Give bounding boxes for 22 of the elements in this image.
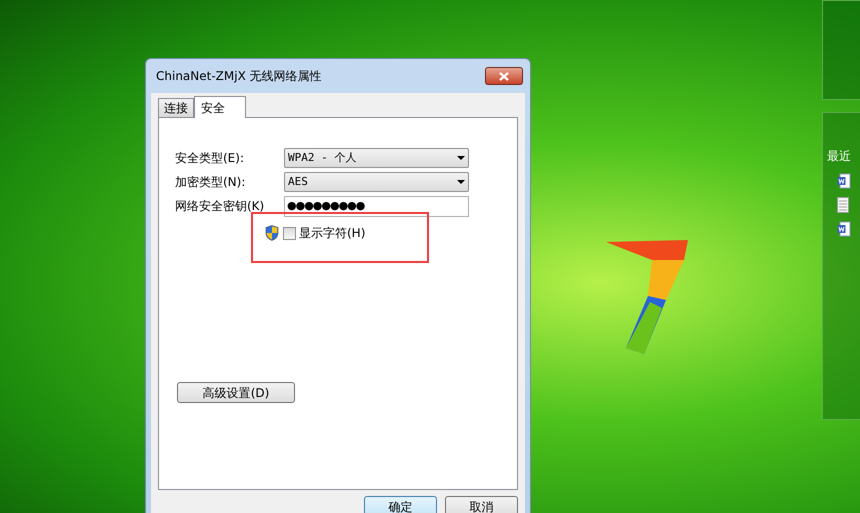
dialog-button[interactable]: 取消 (445, 496, 518, 513)
field-label: 网络安全密钥(K) (175, 198, 266, 215)
dropdown-arrow-icon (457, 156, 465, 160)
dropdown-arrow-icon (457, 180, 465, 184)
text-file-icon (837, 197, 849, 213)
word-document-icon (837, 221, 851, 237)
tab[interactable]: 安全 (194, 96, 246, 118)
show-characters-checkbox[interactable]: 显示字符(H) (283, 224, 366, 242)
field-label: 加密类型(N): (175, 174, 246, 191)
dropdown[interactable]: WPA2 - 个人 (284, 148, 469, 168)
field-label: 安全类型(E): (175, 150, 245, 167)
word-document-icon (837, 173, 851, 189)
password-field[interactable]: ●●●●●●●●● (284, 196, 469, 216)
tab[interactable]: 连接 (158, 98, 194, 117)
dialog-button[interactable]: 确定 (364, 496, 437, 513)
panel-heading: 最近 (827, 148, 852, 165)
dropdown[interactable]: AES (284, 172, 469, 192)
shield-icon (265, 225, 279, 241)
close-button[interactable] (485, 67, 523, 85)
advanced-settings-button[interactable]: 高级设置(D) (177, 382, 295, 403)
window-title: ChinaNet-ZMjX 无线网络属性 (156, 68, 322, 85)
close-icon (499, 72, 509, 80)
